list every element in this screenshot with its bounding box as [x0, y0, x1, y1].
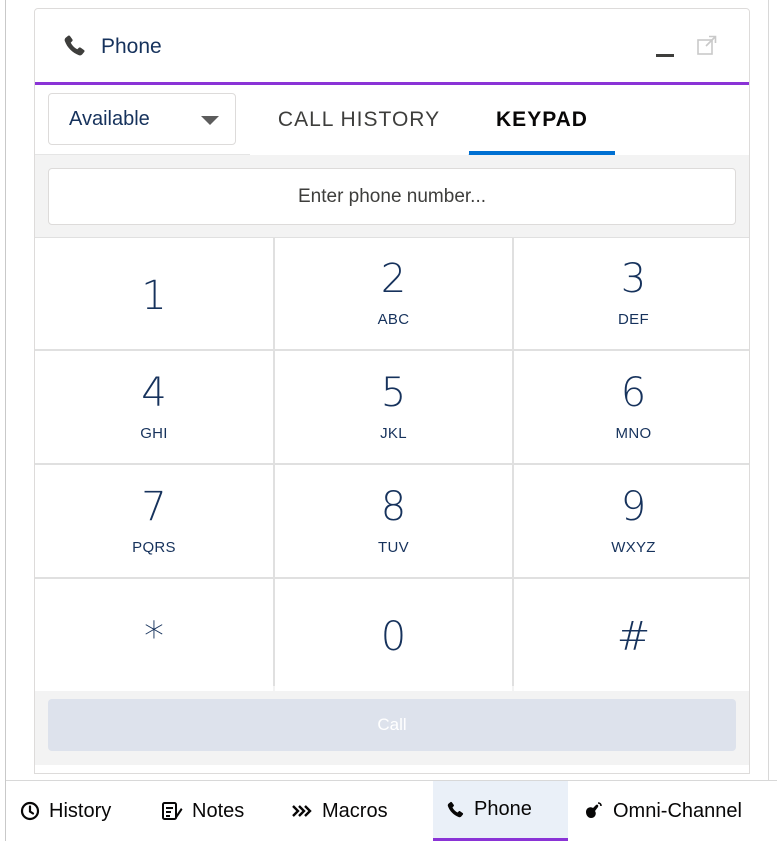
keypad-key-hash[interactable]: # — [514, 579, 749, 691]
key-letters: DEF — [618, 311, 649, 328]
keypad-key-1[interactable]: 1 — [35, 238, 273, 349]
popout-icon[interactable] — [695, 33, 719, 57]
minimize-icon — [656, 54, 674, 57]
tab-call-history[interactable]: CALL HISTORY — [250, 85, 468, 155]
utility-item-label: Notes — [192, 799, 245, 822]
call-button[interactable]: Call — [48, 699, 736, 751]
keypad-key-0[interactable]: 0 — [275, 579, 512, 691]
keypad-key-star[interactable]: * — [35, 579, 273, 691]
utility-item-label: Omni-Channel — [613, 799, 742, 822]
phone-number-input[interactable] — [48, 168, 736, 225]
dial-keypad: 1 2 ABC 3 DEF 4 GHI 5 JKL 6 MNO 7 PQRS 8… — [35, 237, 749, 691]
key-digit: 1 — [141, 272, 167, 319]
utility-item-macros[interactable]: Macros — [291, 781, 388, 841]
status-selected-value: Available — [69, 108, 150, 130]
utility-item-history[interactable]: History — [20, 781, 111, 841]
omni-channel-icon — [586, 802, 602, 818]
utility-item-phone[interactable]: Phone — [433, 781, 568, 841]
key-letters: TUV — [378, 538, 409, 556]
keypad-key-9[interactable]: 9 WXYZ — [514, 465, 749, 577]
utility-item-label: Macros — [322, 799, 388, 822]
phone-panel: Phone Available CALL HISTORY KEYPAD 1 2 … — [34, 8, 750, 774]
active-tab-indicator — [469, 151, 615, 155]
clock-icon — [20, 801, 40, 821]
notes-icon — [162, 802, 183, 820]
utility-item-label: History — [49, 799, 112, 822]
key-letters: ABC — [377, 311, 410, 328]
call-button-wrapper: Call — [48, 699, 736, 751]
key-digit: 3 — [620, 256, 647, 302]
window-right-border — [768, 0, 769, 780]
utility-item-notes[interactable]: Notes — [161, 781, 244, 841]
key-digit: 0 — [380, 614, 407, 660]
panel-header: Phone — [35, 9, 749, 85]
utility-item-label: Phone — [474, 798, 532, 820]
keypad-key-3[interactable]: 3 DEF — [514, 238, 749, 349]
key-digit: 5 — [380, 369, 407, 416]
key-digit: * — [144, 614, 164, 660]
key-digit: 9 — [620, 483, 647, 530]
key-digit: # — [616, 614, 651, 660]
utility-bar: History Notes Macros Phone Omni-Channel — [6, 780, 777, 841]
key-letters: JKL — [380, 424, 407, 442]
key-digit: 4 — [141, 369, 167, 416]
tab-keypad-label: KEYPAD — [496, 108, 588, 131]
key-letters: WXYZ — [611, 538, 656, 556]
chevron-down-icon — [201, 116, 219, 125]
key-digit: 8 — [380, 483, 407, 530]
key-letters: MNO — [615, 424, 652, 442]
panel-footer — [35, 765, 749, 773]
minimize-button[interactable] — [653, 31, 679, 61]
utility-item-omni-channel[interactable]: Omni-Channel — [582, 781, 742, 841]
panel-title: Phone — [101, 35, 162, 58]
keypad-key-7[interactable]: 7 PQRS — [35, 465, 273, 577]
phone-number-field-wrapper — [48, 168, 736, 225]
keypad-key-8[interactable]: 8 TUV — [275, 465, 512, 577]
phone-icon — [64, 35, 85, 56]
key-letters: PQRS — [132, 538, 176, 556]
phone-icon — [447, 801, 464, 817]
tab-bar: Available CALL HISTORY KEYPAD — [35, 85, 749, 155]
window-left-border — [5, 0, 6, 841]
key-digit: 6 — [620, 369, 647, 416]
keypad-key-6[interactable]: 6 MNO — [514, 351, 749, 463]
key-digit: 7 — [141, 483, 167, 530]
tab-keypad[interactable]: KEYPAD — [469, 85, 615, 155]
status-dropdown[interactable]: Available — [48, 93, 236, 145]
keypad-key-2[interactable]: 2 ABC — [275, 238, 512, 349]
key-digit: 2 — [380, 256, 407, 302]
key-letters: GHI — [140, 424, 168, 442]
keypad-key-4[interactable]: 4 GHI — [35, 351, 273, 463]
tab-bar-filler — [615, 85, 749, 155]
keypad-key-5[interactable]: 5 JKL — [275, 351, 512, 463]
macros-icon — [292, 805, 312, 817]
